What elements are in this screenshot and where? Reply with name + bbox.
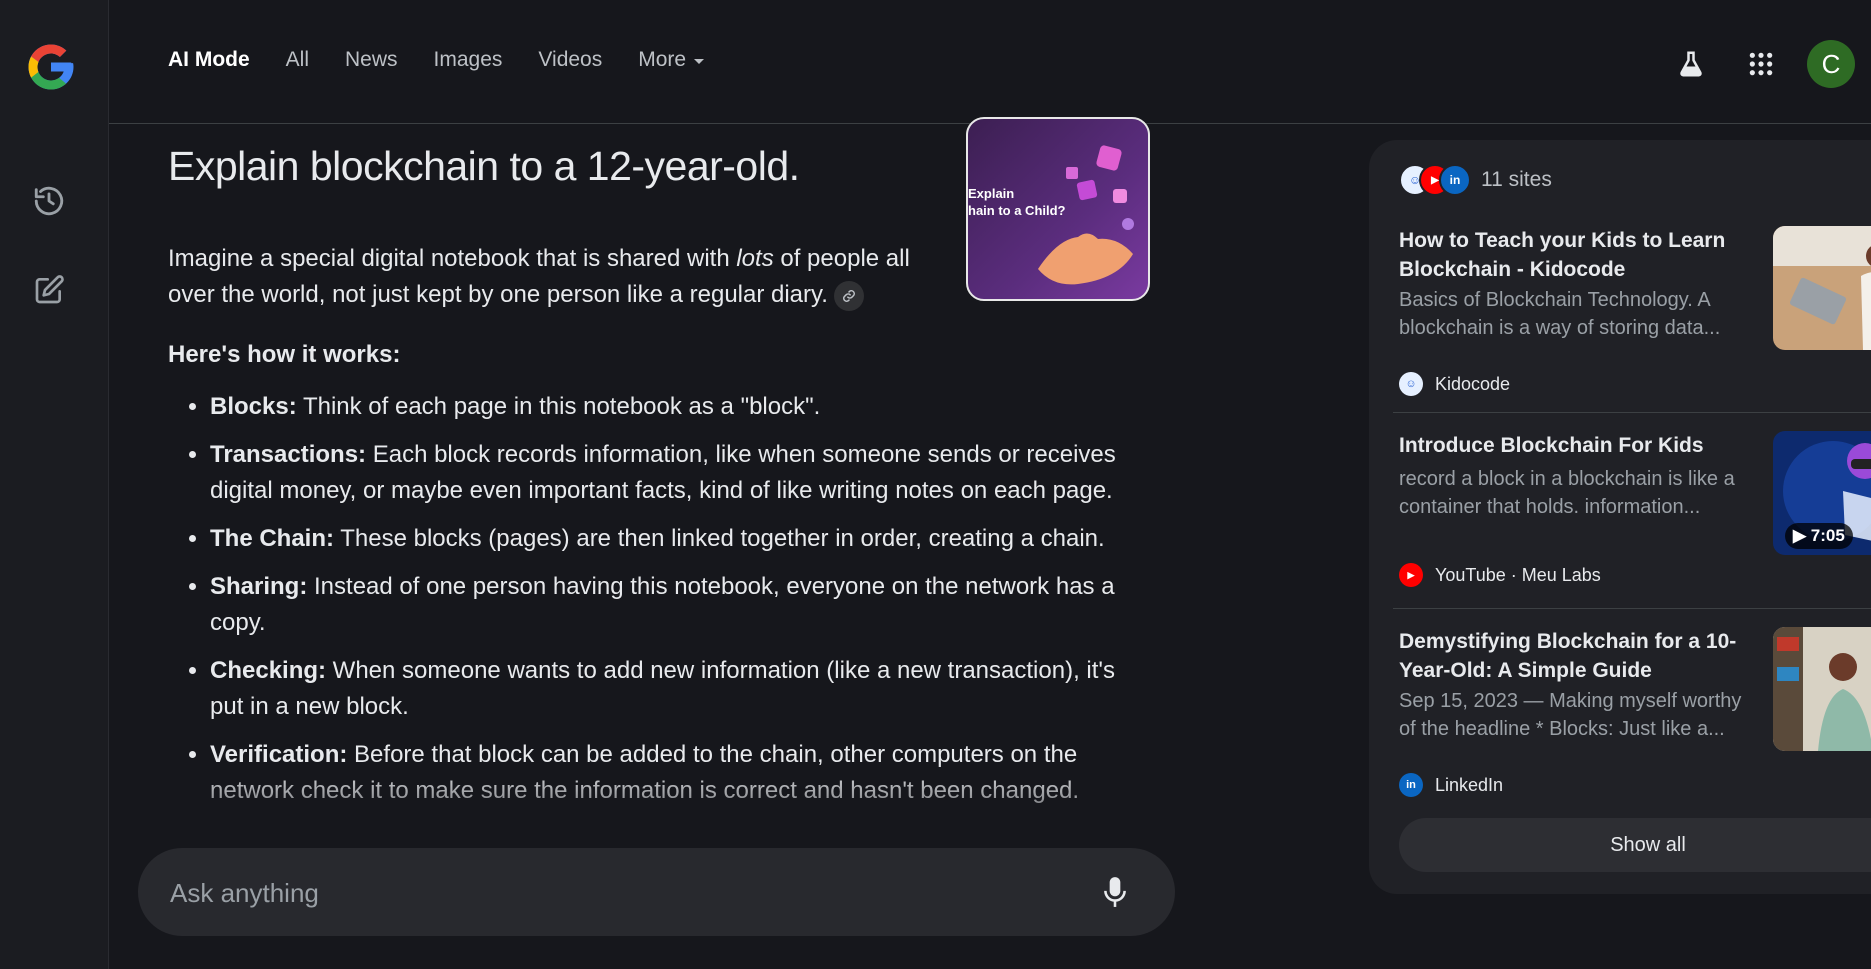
content-fade — [168, 763, 1168, 843]
page-title: Explain blockchain to a 12-year-old. — [168, 143, 800, 189]
list-item: Blocks: Think of each page in this noteb… — [210, 389, 1128, 425]
ask-bar — [138, 848, 1175, 938]
link-icon[interactable] — [833, 280, 864, 311]
video-duration-text: 7:05 — [1810, 526, 1845, 545]
main-area: AI Mode All News Images Videos More C Ex… — [109, 0, 1871, 969]
top-bar: AI Mode All News Images Videos More C — [109, 0, 1871, 124]
tab-label: Images — [433, 48, 503, 71]
labs-flask-icon[interactable] — [1667, 40, 1715, 88]
caret-down-icon — [694, 58, 705, 64]
source-card-site: ☺ Kidocode — [1399, 372, 1510, 396]
hero-thumbnail-caption: Explain hain to a Child? — [968, 186, 1066, 218]
tab-ai-mode[interactable]: AI Mode — [168, 48, 250, 72]
list-item: Transactions: Each block records informa… — [210, 437, 1128, 509]
list-item-text: Think of each page in this notebook as a… — [296, 393, 821, 420]
explanation-list: Blocks: Think of each page in this noteb… — [168, 389, 1128, 809]
source-card-thumbnail[interactable] — [1773, 627, 1871, 751]
list-item: The Chain: These blocks (pages) are then… — [210, 521, 1128, 557]
microphone-icon[interactable] — [1095, 872, 1135, 912]
source-card-title[interactable]: How to Teach your Kids to Learn Blockcha… — [1399, 226, 1749, 284]
list-item-text: When someone wants to add new informatio… — [210, 657, 1115, 720]
source-card-site: ▶ YouTube · Meu Labs — [1399, 563, 1601, 587]
apps-grid-icon[interactable] — [1737, 40, 1785, 88]
show-all-button[interactable]: Show all — [1399, 818, 1871, 872]
source-card-snippet: Basics of Blockchain Technology. A block… — [1399, 289, 1721, 339]
tab-videos[interactable]: Videos — [538, 48, 602, 72]
list-item-term: Blocks: — [210, 393, 297, 420]
sources-panel: ☺ ▶ in 11 sites How to Teach your Kids t… — [1369, 140, 1871, 894]
tab-label: All — [285, 48, 310, 71]
history-icon[interactable] — [30, 182, 68, 220]
list-item-text: These blocks (pages) are then linked tog… — [334, 525, 1105, 552]
top-right-actions: C — [1645, 40, 1855, 88]
source-card-site-name: YouTube · Meu Labs — [1435, 564, 1601, 585]
source-card-site-name: Kidocode — [1435, 373, 1511, 394]
source-card-title[interactable]: Demystifying Blockchain for a 10-Year-Ol… — [1399, 627, 1749, 685]
source-card-title[interactable]: Introduce Blockchain For Kids — [1399, 431, 1749, 460]
tab-label: Videos — [538, 48, 603, 71]
source-card[interactable]: Demystifying Blockchain for a 10-Year-Ol… — [1393, 627, 1871, 823]
youtube-favicon-icon: ▶ — [1399, 563, 1423, 587]
source-card-snippet: Sep 15, 2023 — Making myself worthy of t… — [1399, 690, 1742, 740]
linkedin-favicon-icon: in — [1439, 164, 1471, 196]
video-thumbnail[interactable]: ▶ 7:05 — [1773, 431, 1871, 555]
list-item-text: Instead of one person having this notebo… — [210, 573, 1115, 636]
tab-more[interactable]: More — [638, 48, 705, 72]
search-tabs: AI Mode All News Images Videos More — [168, 48, 740, 72]
source-card-site-name: LinkedIn — [1435, 774, 1504, 795]
tab-news[interactable]: News — [345, 48, 398, 72]
list-item-term: Sharing: — [210, 573, 308, 600]
source-card[interactable]: How to Teach your Kids to Learn Blockcha… — [1393, 226, 1871, 422]
new-chat-icon[interactable] — [30, 271, 68, 309]
list-item: Sharing: Instead of one person having th… — [210, 569, 1128, 641]
list-item-term: Checking: — [210, 657, 327, 684]
list-item-term: Transactions: — [210, 441, 367, 468]
sites-header[interactable]: ☺ ▶ in 11 sites — [1399, 164, 1552, 196]
ai-answer: Imagine a special digital notebook that … — [168, 241, 1128, 821]
intro-text-start: Imagine a special digital notebook that … — [168, 245, 737, 272]
source-card-site: in LinkedIn — [1399, 773, 1503, 797]
how-it-works-heading: Here's how it works: — [168, 341, 401, 368]
linkedin-favicon-icon: in — [1399, 773, 1423, 797]
intro-emphasis: lots — [736, 245, 774, 272]
tab-label: AI Mode — [168, 48, 250, 71]
tab-all[interactable]: All — [286, 48, 309, 72]
answer-intro: Imagine a special digital notebook that … — [168, 241, 948, 313]
avatar[interactable]: C — [1807, 40, 1855, 88]
source-card-snippet: record a block in a blockchain is like a… — [1399, 468, 1735, 518]
list-item-term: The Chain: — [210, 525, 334, 552]
video-duration: ▶ 7:05 — [1785, 523, 1853, 549]
google-logo[interactable] — [24, 40, 78, 94]
left-rail — [0, 0, 109, 969]
hero-thumbnail[interactable]: Explain hain to a Child? — [966, 117, 1150, 301]
source-card-thumbnail[interactable] — [1773, 226, 1871, 350]
divider — [1393, 412, 1871, 413]
sites-count: 11 sites — [1481, 168, 1552, 191]
tab-label: News — [345, 48, 398, 71]
divider — [1393, 608, 1871, 609]
tab-images[interactable]: Images — [434, 48, 503, 72]
source-card[interactable]: Introduce Blockchain For Kids record a b… — [1393, 431, 1871, 627]
tab-label: More — [638, 48, 687, 71]
ask-input[interactable] — [168, 848, 1052, 938]
list-item: Checking: When someone wants to add new … — [210, 653, 1128, 725]
kidocode-favicon-icon: ☺ — [1399, 372, 1423, 396]
